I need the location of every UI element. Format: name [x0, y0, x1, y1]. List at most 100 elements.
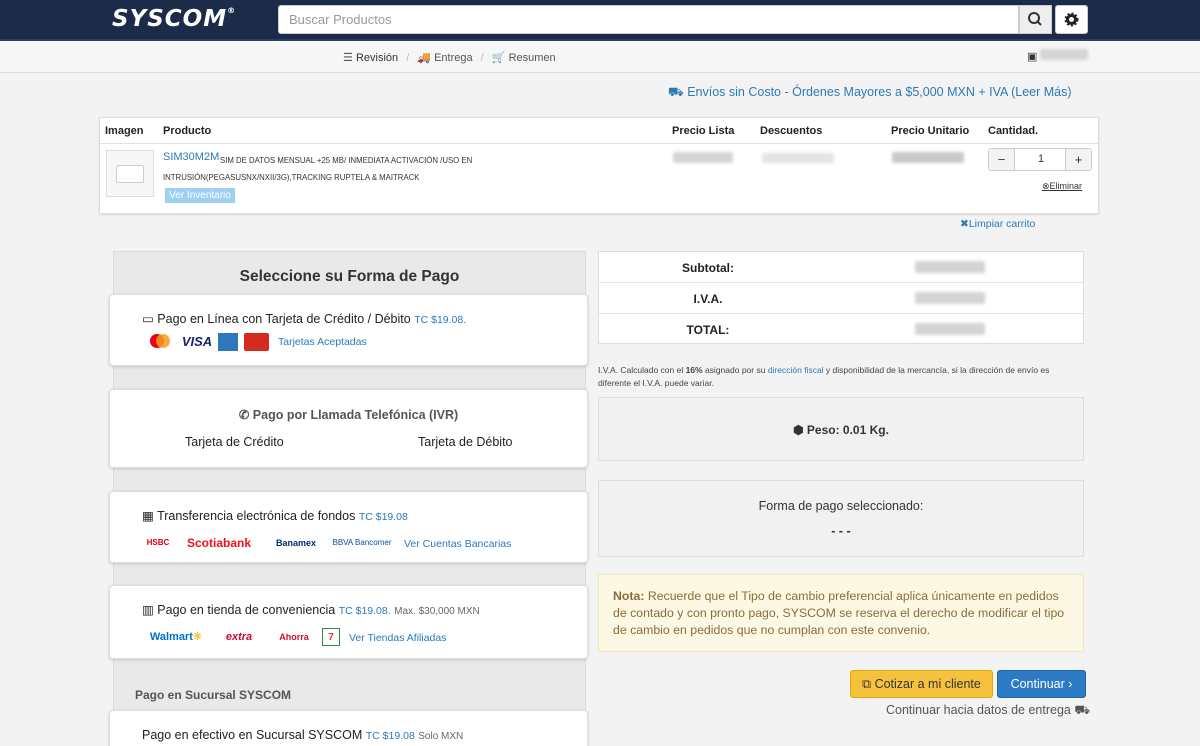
- scotiabank-logo: Scotiabank: [186, 536, 252, 550]
- product-sku-link[interactable]: SIM30M2M: [163, 151, 219, 163]
- breadcrumb-separator: /: [406, 52, 410, 64]
- payment-option-card[interactable]: ▭ Pago en Línea con Tarjeta de Crédito /…: [109, 294, 588, 366]
- column-header-descuentos: Descuentos: [760, 125, 823, 137]
- search-button[interactable]: [1019, 5, 1052, 34]
- syscom-logo[interactable]: SYSCOM®: [112, 6, 236, 32]
- redacted-subtotal: [915, 261, 985, 273]
- bbva-logo: BBVA Bancomer: [332, 538, 392, 547]
- payment-option-transfer[interactable]: ▦ Transferencia electrónica de fondos TC…: [109, 491, 588, 563]
- remove-item-link[interactable]: ⊗Eliminar: [1042, 181, 1082, 192]
- quantity-input[interactable]: 1: [1015, 149, 1067, 170]
- redacted-iva: [915, 292, 985, 304]
- max-amount: Max. $30,000 MXN: [394, 606, 480, 617]
- ivr-debit-option[interactable]: Tarjeta de Débito: [418, 435, 513, 449]
- mastercard-icon: [146, 333, 174, 351]
- settings-button[interactable]: [1055, 5, 1088, 34]
- payment-card-label: Pago en Línea con Tarjeta de Crédito / D…: [157, 312, 411, 326]
- step-entrega[interactable]: Entrega: [434, 52, 473, 64]
- banamex-logo: Banamex: [275, 538, 317, 548]
- quantity-stepper[interactable]: − 1 +: [988, 148, 1092, 171]
- selected-payment-label: Forma de pago seleccionado:: [758, 499, 924, 513]
- column-header-cantidad: Cantidad.: [988, 125, 1039, 137]
- exchange-rate: TC $19.08.: [338, 605, 391, 617]
- clear-cart-link[interactable]: ✖Limpiar carrito: [960, 218, 1035, 230]
- exchange-rate: TC $19.08: [358, 511, 408, 523]
- redacted-unit-price: [892, 152, 964, 163]
- payment-option-branch[interactable]: Pago en efectivo en Sucursal SYSCOM TC $…: [109, 710, 588, 746]
- search-icon: [1028, 12, 1042, 26]
- seven-eleven-logo: 7: [322, 628, 340, 646]
- breadcrumb-separator: /: [480, 52, 484, 64]
- continue-note: Continuar hacia datos de entrega ⛟: [886, 703, 1091, 717]
- extra-logo: extra: [225, 631, 253, 643]
- remove-icon: ⊗: [1042, 181, 1050, 191]
- redacted-discount: [762, 153, 834, 163]
- truck-icon: 🚚: [417, 52, 432, 64]
- cart-table: Imagen Producto Precio Lista Descuentos …: [99, 117, 1099, 214]
- barcode-icon: ▥: [142, 603, 154, 617]
- selected-payment-value: - - -: [831, 524, 851, 538]
- shipping-banner-link[interactable]: ⛟ Envíos sin Costo - Órdenes Mayores a $…: [668, 85, 1072, 101]
- selected-payment-box: Forma de pago seleccionado: - - -: [598, 480, 1084, 557]
- walmart-logo: Walmart✳: [149, 631, 203, 643]
- iva-label: I.V.A.: [693, 292, 723, 306]
- payment-option-ivr[interactable]: ✆ Pago por Llamada Telefónica (IVR) Tarj…: [109, 389, 588, 468]
- bank-icon: ▦: [142, 509, 154, 523]
- product-image[interactable]: [106, 150, 154, 197]
- column-header-producto: Producto: [163, 125, 212, 137]
- bank-accounts-link[interactable]: Ver Cuentas Bancarias: [404, 538, 511, 550]
- box-icon: ⬢: [793, 423, 804, 437]
- branch-payment-heading: Pago en Sucursal SYSCOM: [135, 688, 292, 702]
- amex-icon: [218, 333, 238, 351]
- payment-option-store[interactable]: ▥ Pago en tienda de conveniencia TC $19.…: [109, 585, 588, 659]
- redacted-total: [915, 323, 985, 335]
- exchange-rate: TC $19.08.: [414, 314, 467, 326]
- step-resumen[interactable]: Resumen: [509, 52, 556, 64]
- cart-icon: 🛒: [491, 52, 506, 64]
- close-icon: ✖: [960, 218, 969, 230]
- exchange-rate: TC $19.08: [365, 730, 415, 742]
- accepted-cards-link[interactable]: Tarjetas Aceptadas: [278, 336, 367, 348]
- list-icon: ☰: [343, 52, 353, 64]
- payment-title: Seleccione su Forma de Pago: [239, 268, 460, 285]
- ahorra-logo: Ahorra: [279, 632, 309, 642]
- column-header-precio-lista: Precio Lista: [672, 125, 735, 137]
- weight-value: Peso: 0.01 Kg.: [806, 423, 889, 437]
- phone-icon: ✆: [238, 408, 250, 422]
- divider: [100, 143, 1098, 144]
- total-label: TOTAL:: [686, 323, 730, 337]
- subtotal-label: Subtotal:: [682, 261, 734, 275]
- increase-quantity-button[interactable]: +: [1065, 149, 1091, 170]
- top-navbar: SYSCOM® Buscar Productos: [0, 0, 1200, 41]
- credit-card-icon: ▭: [142, 312, 154, 326]
- column-header-imagen: Imagen: [105, 125, 144, 137]
- decrease-quantity-button[interactable]: −: [989, 149, 1015, 170]
- truck-icon: ⛟: [668, 85, 684, 99]
- iva-note: I.V.A. Calculado con el 16% asignado por…: [598, 365, 1050, 388]
- search-input[interactable]: Buscar Productos: [278, 5, 1019, 34]
- chevron-right-icon: ›: [1068, 677, 1073, 691]
- currency-display: ▣: [1027, 49, 1089, 63]
- continue-button[interactable]: Continuar ›: [997, 670, 1086, 698]
- total-row: TOTAL:: [599, 314, 1083, 345]
- transfer-label: Transferencia electrónica de fondos: [157, 509, 356, 523]
- hsbc-logo: HSBC: [146, 538, 170, 547]
- weight-box: ⬢ Peso: 0.01 Kg.: [598, 397, 1084, 461]
- column-header-precio-unitario: Precio Unitario: [891, 125, 970, 137]
- branch-label: Pago en efectivo en Sucursal SYSCOM: [142, 728, 363, 742]
- totals-table: Subtotal: I.V.A. TOTAL:: [598, 251, 1084, 344]
- quote-client-button[interactable]: ⧉ Cotizar a mi cliente: [850, 670, 993, 698]
- view-inventory-button[interactable]: Ver Inventario: [165, 188, 235, 203]
- money-icon: ▣: [1027, 51, 1038, 63]
- fiscal-address-link[interactable]: dirección fiscal: [768, 365, 824, 375]
- subtotal-row: Subtotal:: [599, 252, 1083, 283]
- affiliated-stores-link[interactable]: Ver Tiendas Afiliadas: [349, 632, 446, 644]
- breadcrumb: ☰ Revisión / 🚚 Entrega / 🛒 Resumen: [343, 51, 556, 64]
- ivr-credit-option[interactable]: Tarjeta de Crédito: [185, 435, 284, 449]
- step-revision[interactable]: Revisión: [356, 52, 398, 64]
- redacted-exchange-rate: [1040, 49, 1089, 60]
- exchange-rate-note: Nota: Recuerde que el Tipo de cambio pre…: [598, 574, 1084, 652]
- currency-note: Solo MXN: [418, 731, 464, 742]
- redacted-list-price: [673, 152, 733, 163]
- ivr-label: Pago por Llamada Telefónica (IVR): [252, 408, 459, 422]
